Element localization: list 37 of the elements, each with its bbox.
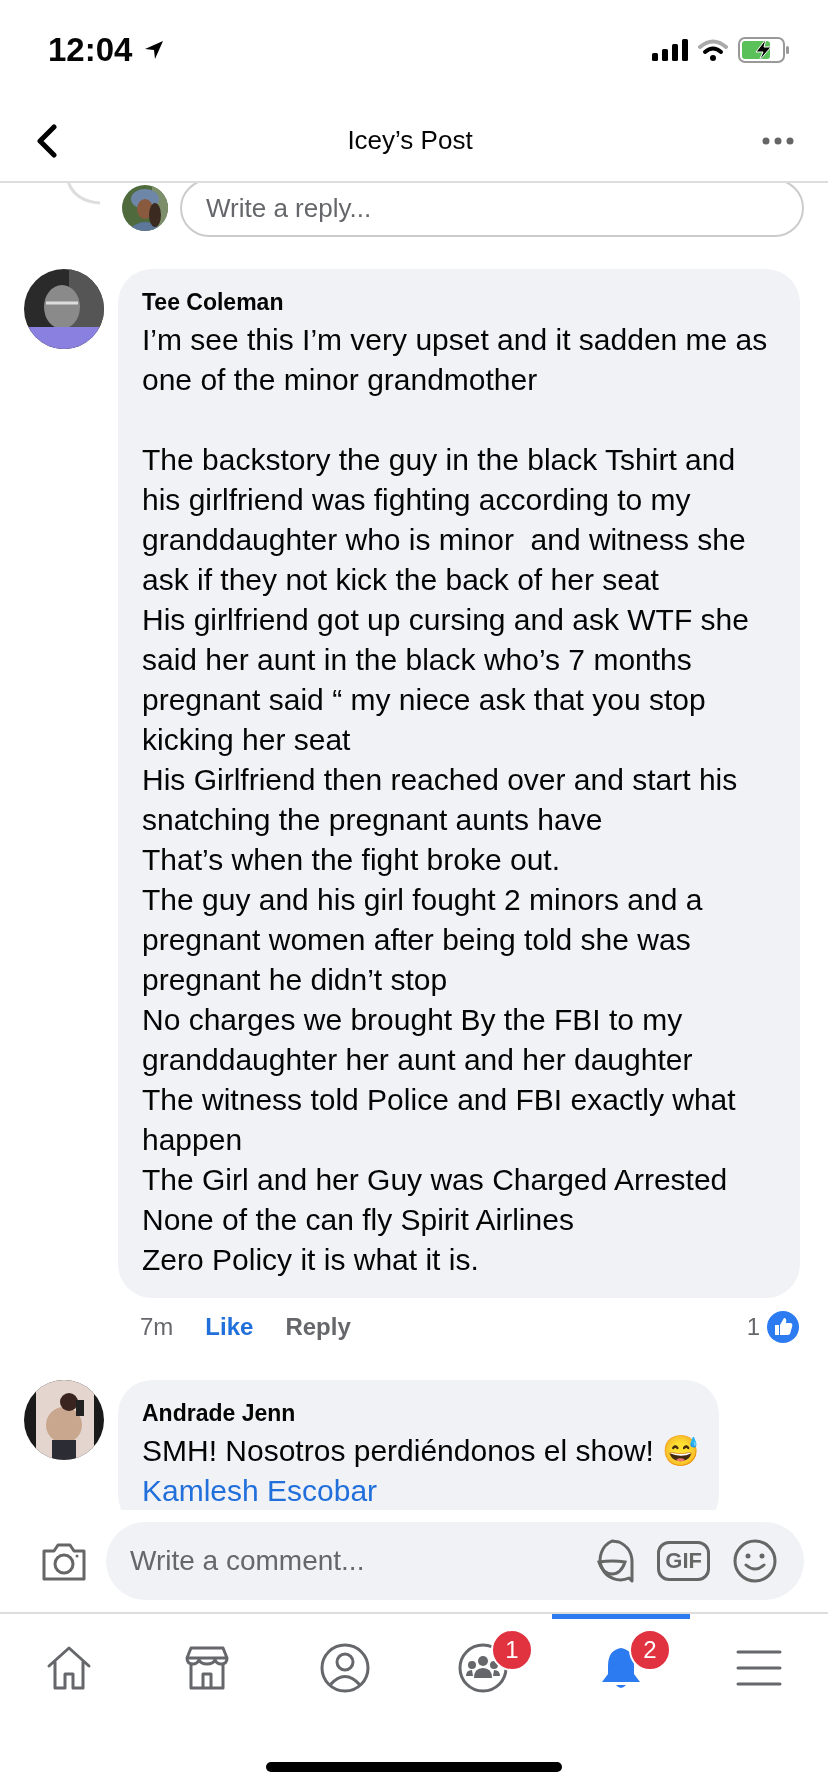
reaction-count: 1	[746, 1313, 760, 1341]
comment-text: His Girlfriend then reached over and start his snatching the pregnant aunts have	[142, 762, 739, 838]
location-arrow-icon	[144, 40, 165, 60]
mention-link[interactable]: Kamlesh Escobar	[142, 1471, 700, 1510]
battery-charging-icon	[738, 37, 790, 63]
comment-author[interactable]: Andrade Jenn	[142, 1400, 700, 1427]
like-link[interactable]: Like	[205, 1313, 254, 1341]
comment-author[interactable]: Tee Coleman	[142, 289, 780, 316]
comment-text: The guy and his girl fought 2 minors and a pregnant women after being told she was pregnant he didn’t stop	[142, 882, 704, 998]
groups-icon	[457, 1641, 509, 1694]
tab-button[interactable]: 2	[552, 1614, 690, 1716]
comment-text: The Girl and her Guy was Charged Arrested	[142, 1162, 729, 1198]
back-icon[interactable]	[36, 123, 58, 158]
signal-icon	[652, 39, 688, 61]
profile-icon	[319, 1641, 371, 1694]
comment-text: I’m see this I’m very upset and it sadden me as one of the minor grandmother	[142, 322, 769, 398]
status-time: 12:04	[48, 31, 133, 69]
comment-text: SMH! Nosotros perdiéndonos el show! 😅	[142, 1433, 700, 1469]
notification-badge: 2	[629, 1629, 671, 1671]
wifi-icon	[698, 39, 728, 61]
comment-text: That’s when the fight broke out.	[142, 842, 562, 878]
post-title: Icey’s Post	[347, 125, 473, 156]
thumbs-up-icon	[766, 1310, 800, 1344]
reply-field[interactable]: Write a reply...	[180, 183, 804, 237]
gif-button[interactable]: GIF	[657, 1541, 710, 1581]
comment-text: The witness told Police and FBI exactly what happen	[142, 1082, 737, 1158]
tab-button[interactable]: 1	[414, 1614, 552, 1716]
emoji-icon[interactable]	[732, 1538, 778, 1584]
comment-text: Zero Policy it is what it is.	[142, 1242, 480, 1278]
more-icon[interactable]	[762, 136, 794, 145]
comment-text: None of the can fly Spirit Airlines	[142, 1202, 575, 1238]
comment-text: No charges we brought By the FBI to my granddaughter her aunt and her daughter	[142, 1002, 694, 1078]
notification-badge: 1	[491, 1629, 533, 1671]
comment-text: His girlfriend got up cursing and ask WTF she said her aunt in the black who’s 7 months pregnant said “ my niece ask that you stop kicking her seat	[142, 602, 750, 758]
reply-link[interactable]: Reply	[285, 1313, 351, 1341]
comment-time: 7m	[140, 1313, 174, 1341]
comment-text: The backstory the guy in the black Tshirt and his girlfriend was fighting according to my granddaughter who is minor and witness she ask if they not kick the back of her seat	[142, 442, 747, 598]
